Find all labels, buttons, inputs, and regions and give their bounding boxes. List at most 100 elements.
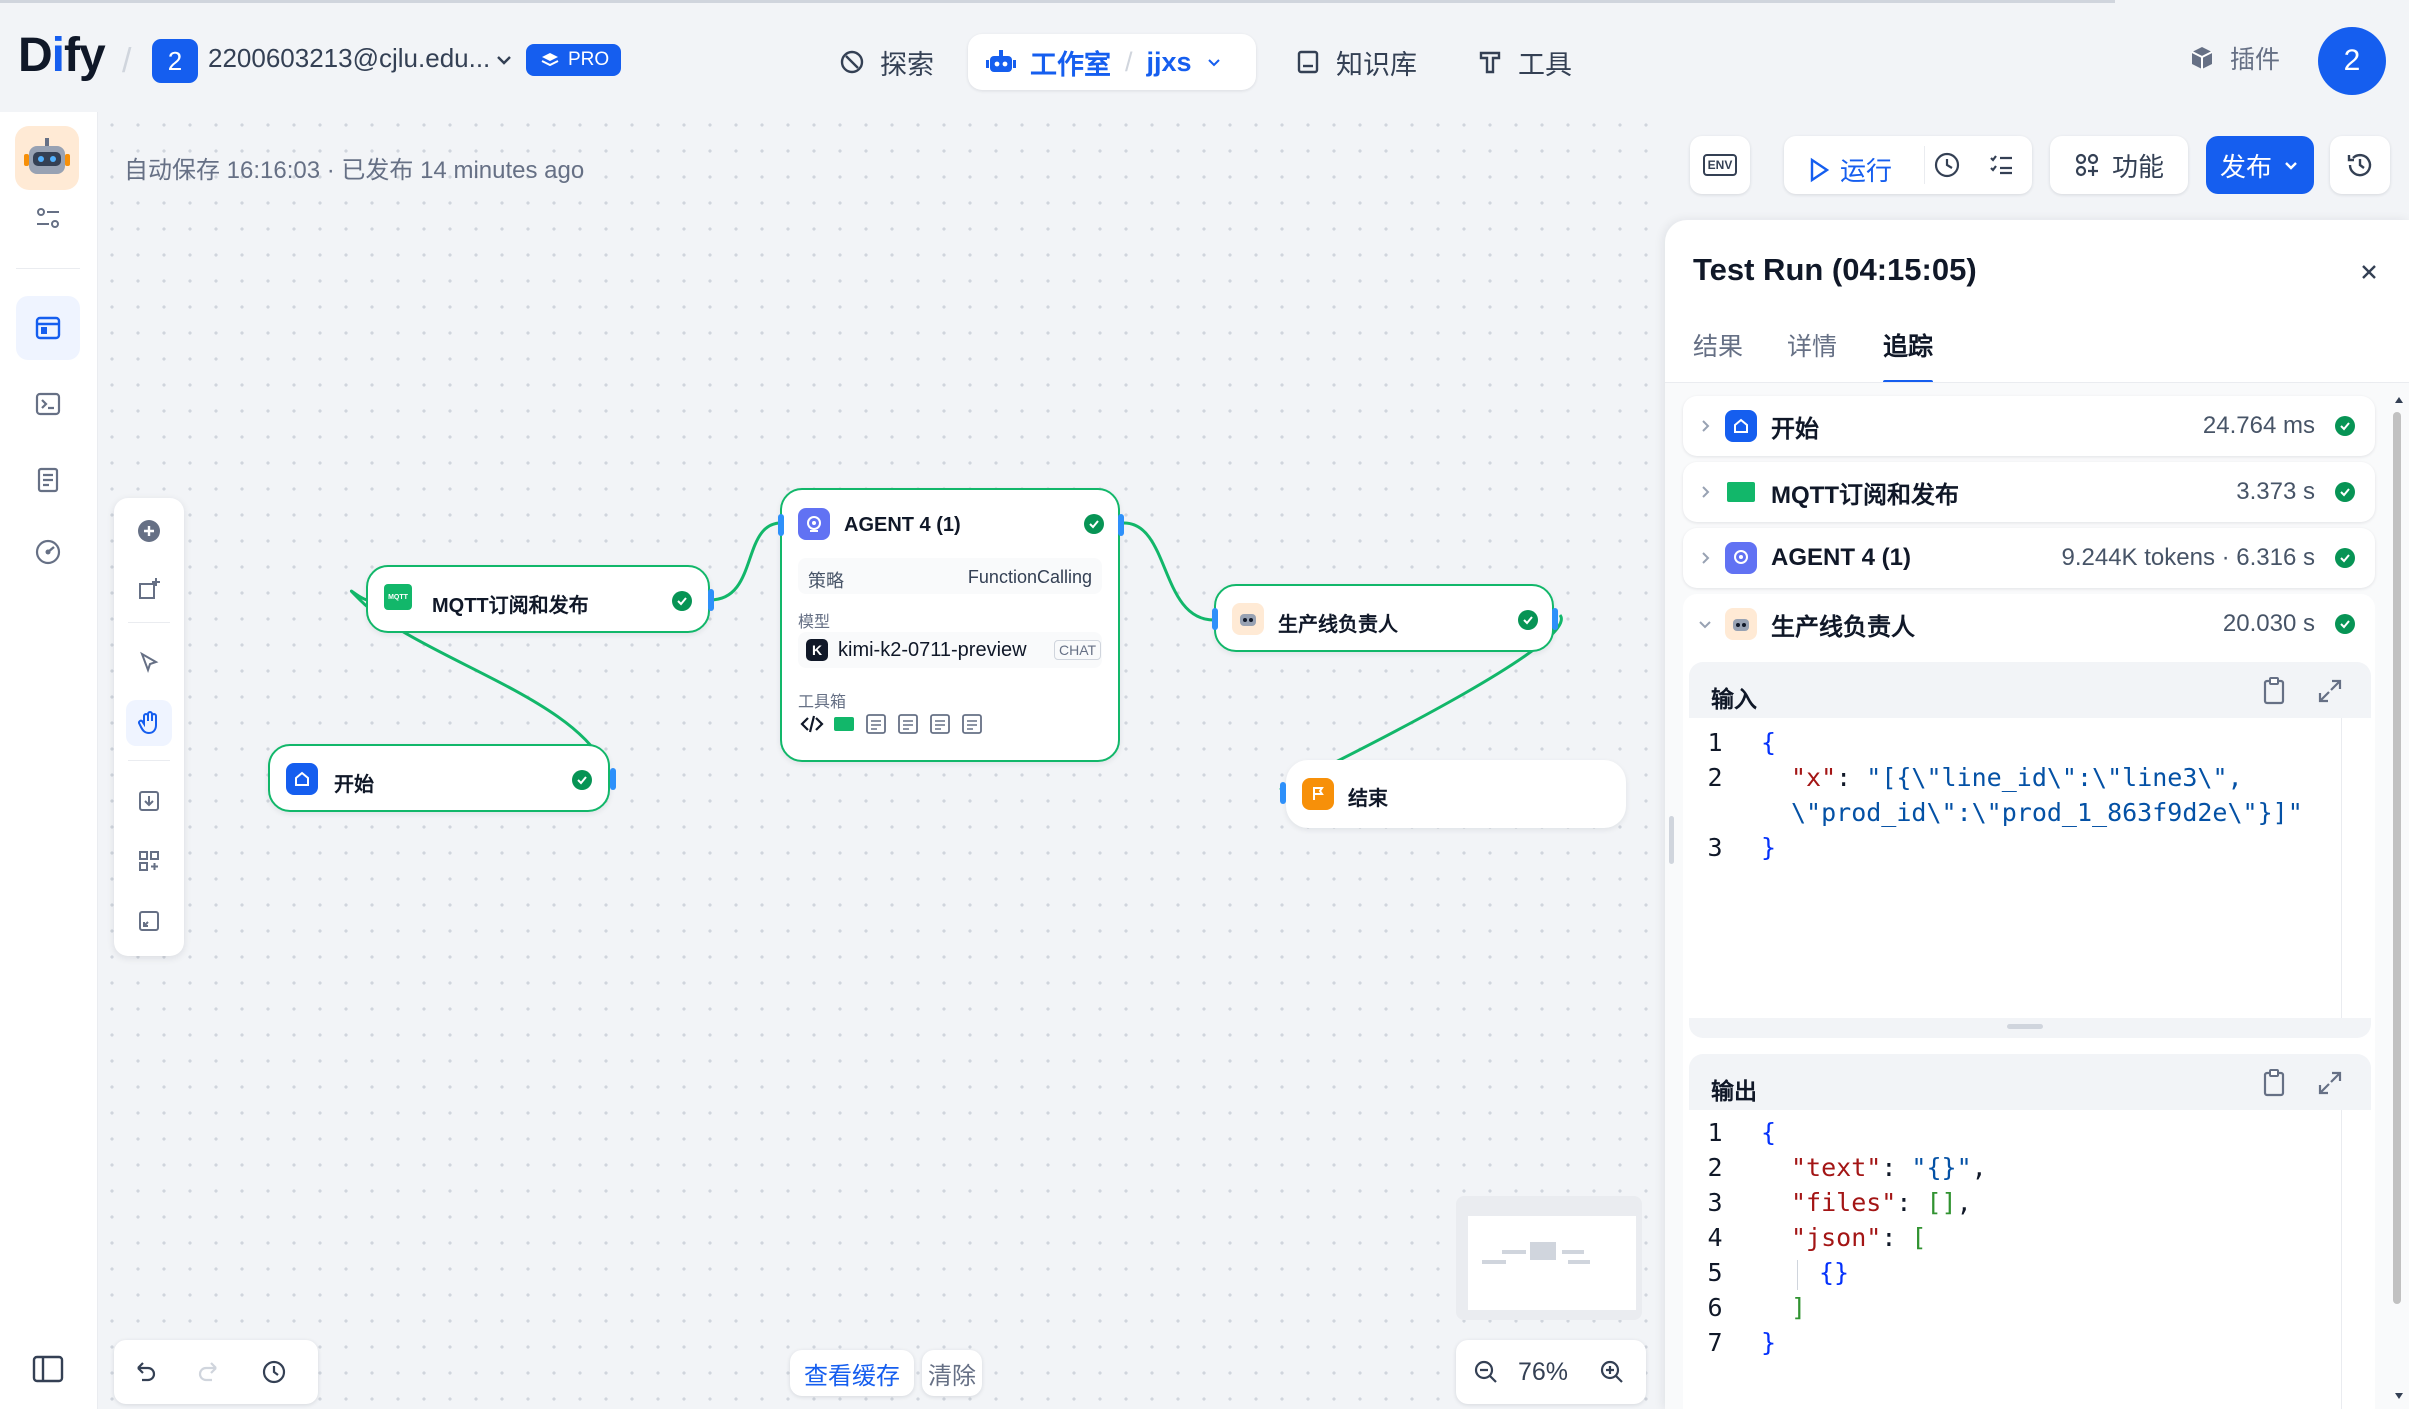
model-tag: CHAT [1054, 640, 1102, 660]
minimap-toggle-icon[interactable] [126, 898, 172, 944]
zoom-in-icon[interactable] [1598, 1358, 1626, 1386]
editor-ruler [2341, 718, 2342, 1018]
history-icon[interactable] [260, 1358, 288, 1386]
node-title: 生产线负责人 [1278, 614, 1398, 636]
export-image-icon[interactable] [126, 778, 172, 824]
success-check-icon [572, 770, 592, 790]
pointer-icon[interactable] [126, 640, 172, 686]
tab-detail[interactable]: 详情 [1787, 327, 1837, 363]
tab-tracing[interactable]: 追踪 [1883, 327, 1933, 363]
test-run-panel: Test Run (04:15:05) 结果 详情 追踪 开始 24.764 m… [1665, 220, 2409, 1409]
success-check-icon [2335, 482, 2355, 502]
mqtt-icon [1725, 476, 1757, 508]
undo-icon[interactable] [130, 1358, 158, 1386]
run-history-icon[interactable] [1932, 150, 1962, 180]
output-code-box: 输出 1 2 3 4 5 6 7 { "text": "{}", "files"… [1689, 1054, 2371, 1409]
toolbox-label: 工具箱 [798, 694, 847, 711]
output-code-editor[interactable]: 1 2 3 4 5 6 7 { "text": "{}", "files": [… [1689, 1110, 2371, 1409]
minimap[interactable] [1456, 1196, 1642, 1320]
scroll-up-arrow-icon[interactable] [2394, 396, 2404, 404]
success-check-icon [1518, 610, 1538, 630]
input-code-editor[interactable]: 1 2 3 { "x": "[{\"line_id\":\"line3\", \… [1689, 718, 2371, 1018]
code-icon [800, 712, 824, 736]
copy-icon[interactable] [2261, 1068, 2287, 1098]
model-row: K kimi-k2-0711-preview CHAT [798, 632, 1102, 668]
trace-row-agent[interactable]: AGENT 4 (1) 9.244K tokens · 6.316 s [1683, 528, 2375, 588]
env-button[interactable]: ENV [1690, 136, 1750, 194]
node-title: 开始 [334, 774, 374, 796]
apps-icon [2074, 152, 2100, 178]
add-node-icon[interactable] [126, 508, 172, 554]
scroll-down-arrow-icon[interactable] [2394, 1392, 2404, 1400]
zoom-level[interactable]: 76% [1518, 1358, 1568, 1387]
resize-handle[interactable] [2007, 1024, 2043, 1029]
robot-avatar-icon [1725, 608, 1757, 640]
agent-icon [798, 508, 830, 540]
source-handle[interactable] [1118, 514, 1124, 536]
minimap-node [1530, 1242, 1556, 1260]
panel-resize-handle[interactable] [1669, 816, 1674, 864]
node-title: AGENT 4 (1) [844, 514, 961, 536]
trace-row-owner[interactable]: 生产线负责人 20.030 s [1683, 594, 2375, 654]
minimap-node [1562, 1250, 1584, 1254]
target-handle[interactable] [1212, 608, 1218, 630]
zoom-out-icon[interactable] [1472, 1358, 1500, 1386]
minimap-node [1482, 1260, 1506, 1264]
toolbox-divider [128, 622, 170, 623]
history-icon [2345, 150, 2375, 180]
node-title: 结束 [1348, 788, 1388, 810]
node-mqtt[interactable]: MQTT MQTT订阅和发布 [366, 565, 714, 633]
chevron-down-icon [1697, 616, 1713, 632]
node-agent[interactable]: AGENT 4 (1) 策略 FunctionCalling 模型 K kimi… [778, 488, 1124, 762]
success-check-icon [2335, 614, 2355, 634]
input-code-box: 输入 1 2 3 { "x": "[{\"line_id\":\"line3\"… [1689, 662, 2371, 1038]
agent-icon [1725, 542, 1757, 574]
trace-row-mqtt[interactable]: MQTT订阅和发布 3.373 s [1683, 462, 2375, 522]
organize-blocks-icon[interactable] [126, 838, 172, 884]
output-label: 输出 [1711, 1078, 1757, 1104]
minimap-viewport [1468, 1216, 1636, 1310]
editor-ruler [2341, 1110, 2342, 1409]
add-note-icon[interactable] [126, 566, 172, 612]
home-icon [286, 763, 318, 795]
publish-button[interactable]: 发布 [2206, 136, 2314, 194]
target-handle[interactable] [1280, 782, 1286, 804]
source-handle[interactable] [610, 768, 616, 790]
json-tool-icon [896, 712, 920, 736]
chevron-right-icon [1697, 484, 1713, 500]
tool-icons [800, 712, 984, 736]
expand-icon[interactable] [2317, 1070, 2343, 1096]
copy-icon[interactable] [2261, 676, 2287, 706]
minimap-node [1568, 1260, 1590, 1264]
checklist-icon[interactable] [1986, 150, 2016, 180]
run-button[interactable]: 运行 [1808, 151, 1892, 188]
success-check-icon [2335, 548, 2355, 568]
model-label: 模型 [798, 614, 831, 631]
node-owner[interactable]: 生产线负责人 [1212, 584, 1558, 652]
edge-mqtt-agent [709, 521, 785, 602]
panel-scrollbar[interactable] [2391, 396, 2403, 1406]
robot-avatar-icon [1232, 603, 1264, 635]
hand-icon[interactable] [126, 700, 172, 746]
node-end[interactable]: 结束 [1280, 760, 1626, 828]
version-history-button[interactable] [2330, 136, 2390, 194]
expand-icon[interactable] [2317, 678, 2343, 704]
canvas-toolbox [114, 498, 184, 956]
source-handle[interactable] [1552, 608, 1558, 630]
json-tool-icon [864, 712, 888, 736]
tab-result[interactable]: 结果 [1693, 327, 1743, 363]
trace-row-start[interactable]: 开始 24.764 ms [1683, 396, 2375, 456]
source-handle[interactable] [708, 589, 714, 611]
node-title: MQTT订阅和发布 [432, 595, 589, 617]
close-icon[interactable] [2357, 260, 2381, 284]
features-button[interactable]: 功能 [2050, 136, 2188, 194]
zoom-controls: 76% [1456, 1340, 1646, 1404]
view-cache-button[interactable]: 查看缓存 [790, 1350, 914, 1396]
target-handle[interactable] [778, 514, 784, 536]
redo-icon[interactable] [196, 1358, 224, 1386]
strategy-row: 策略 FunctionCalling [798, 558, 1102, 594]
toolbox-divider [128, 760, 170, 761]
clear-cache-button[interactable]: 清除 [922, 1350, 982, 1396]
node-start[interactable]: 开始 [268, 744, 616, 812]
scroll-thumb[interactable] [2393, 412, 2401, 1304]
